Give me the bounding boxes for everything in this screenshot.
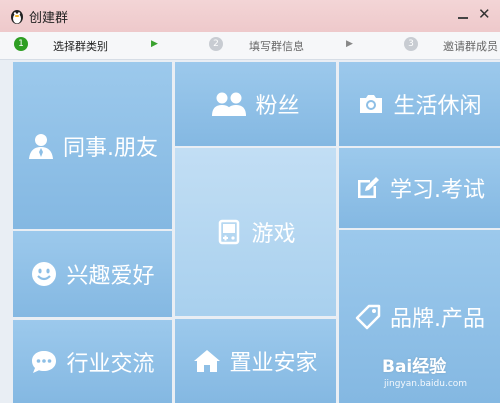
category-home-property[interactable]: 置业安家: [175, 319, 336, 403]
title-bar: 创建群 ✕: [0, 0, 500, 32]
step-number-3: 3: [404, 37, 418, 51]
category-label: 学习.考试: [390, 178, 485, 203]
category-label: 品牌.产品: [390, 306, 485, 332]
category-label: 置业安家: [229, 351, 318, 376]
window-title: 创建群: [29, 11, 69, 26]
category-industry-exchange[interactable]: 行业交流: [13, 320, 172, 403]
tag-icon: [354, 303, 382, 331]
category-label: 行业交流: [66, 351, 155, 377]
people-icon: [211, 90, 247, 118]
step-label-2: 填写群信息: [249, 40, 304, 53]
step-label-3: 邀请群成员: [443, 40, 498, 53]
category-label: 游戏: [251, 222, 296, 247]
category-label: 同事.朋友: [63, 135, 158, 161]
house-icon: [193, 347, 221, 375]
category-label: 兴趣爱好: [66, 264, 155, 289]
step-indicator: 1 选择群类别 ▶ 2 填写群信息 ▶ 3 邀请群成员: [0, 32, 500, 60]
minimize-button[interactable]: [456, 6, 470, 22]
category-study-exam[interactable]: 学习.考试: [339, 148, 500, 228]
step-number-1: 1: [14, 37, 28, 51]
baidu-jingyan-watermark: Bai经验 jingyan.baidu.com: [382, 352, 494, 396]
category-coworkers-friends[interactable]: 同事.朋友: [13, 62, 172, 229]
category-hobbies[interactable]: 兴趣爱好: [13, 231, 172, 317]
step-number-2: 2: [209, 37, 223, 51]
gamepad-icon: [215, 218, 243, 246]
category-life-leisure[interactable]: 生活休闲: [339, 62, 500, 146]
category-label: 粉丝: [255, 94, 300, 119]
category-label: 生活休闲: [393, 94, 482, 119]
step-arrow-icon: ▶: [151, 39, 158, 49]
watermark-logo: Bai经验: [382, 357, 447, 377]
category-fans[interactable]: 粉丝: [175, 62, 336, 146]
smiley-icon: [30, 260, 58, 288]
step-label-1: 选择群类别: [53, 40, 108, 53]
category-games[interactable]: 游戏: [175, 148, 336, 316]
step-arrow-icon: ▶: [346, 39, 353, 49]
close-button[interactable]: ✕: [478, 5, 491, 23]
edit-icon: [354, 174, 382, 202]
camera-icon: [357, 90, 385, 118]
watermark-url: jingyan.baidu.com: [384, 379, 468, 389]
chat-bubble-icon: [30, 348, 58, 376]
person-icon: [27, 132, 55, 160]
qq-penguin-icon: [8, 7, 26, 25]
